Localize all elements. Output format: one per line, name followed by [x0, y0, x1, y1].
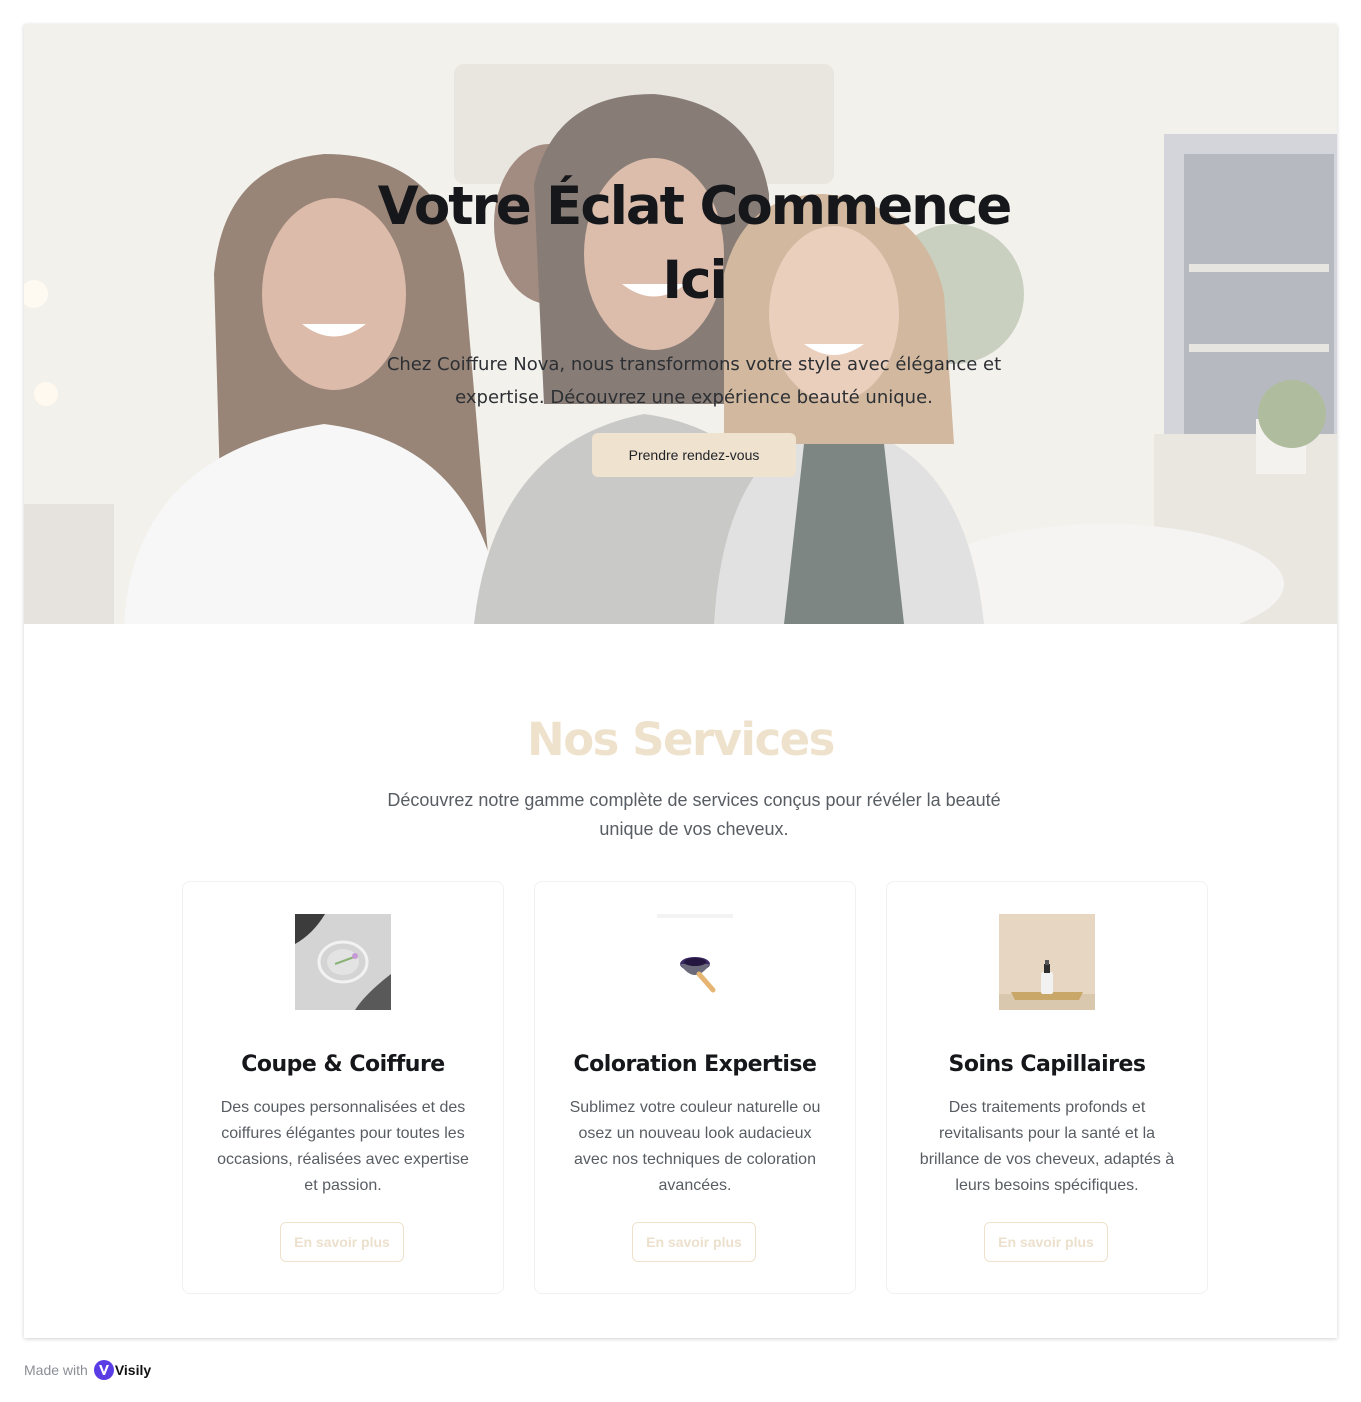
made-with-badge[interactable]: Made with Visily: [24, 1359, 151, 1381]
service-card-soins: Soins Capillaires Des traitements profon…: [886, 881, 1208, 1294]
color-bowl-brush-image: [647, 914, 743, 1010]
card-title: Coupe & Coiffure: [241, 1052, 445, 1077]
hero-overlay: [24, 24, 1337, 624]
card-title: Coloration Expertise: [573, 1052, 817, 1077]
card-description: Sublimez votre couleur naturelle ou osez…: [569, 1099, 821, 1194]
card-description: Des coupes personnalisées et des coiffur…: [217, 1099, 469, 1194]
hero-subtitle: Chez Coiffure Nova, nous transformons vo…: [386, 354, 1002, 408]
service-card-coloration: Coloration Expertise Sublimez votre coul…: [534, 881, 856, 1294]
book-appointment-button[interactable]: Prendre rendez-vous: [592, 433, 796, 477]
made-with-label: Made with: [24, 1362, 88, 1378]
glass-bowl-image: [295, 914, 391, 1010]
learn-more-button[interactable]: En savoir plus: [280, 1222, 404, 1262]
hero-section: Votre Éclat Commence Ici Chez Coiffure N…: [24, 24, 1337, 624]
services-title: Nos Services: [527, 713, 835, 766]
service-card-coupe: Coupe & Coiffure Des coupes personnalisé…: [182, 881, 504, 1294]
hero-title: Votre Éclat Commence Ici: [377, 176, 1013, 311]
card-description: Des traitements profonds et revitalisant…: [919, 1099, 1175, 1194]
page-frame: Votre Éclat Commence Ici Chez Coiffure N…: [24, 24, 1337, 1338]
visily-brand: Visily: [114, 1362, 152, 1378]
learn-more-button[interactable]: En savoir plus: [984, 1222, 1108, 1262]
visily-logo-icon: [93, 1360, 114, 1380]
services-subtitle: Découvrez notre gamme complète de servic…: [387, 790, 1001, 839]
visily-logo: Visily: [93, 1360, 152, 1380]
card-title: Soins Capillaires: [948, 1052, 1146, 1077]
serum-bottle-image: [999, 914, 1095, 1010]
learn-more-button[interactable]: En savoir plus: [632, 1222, 756, 1262]
